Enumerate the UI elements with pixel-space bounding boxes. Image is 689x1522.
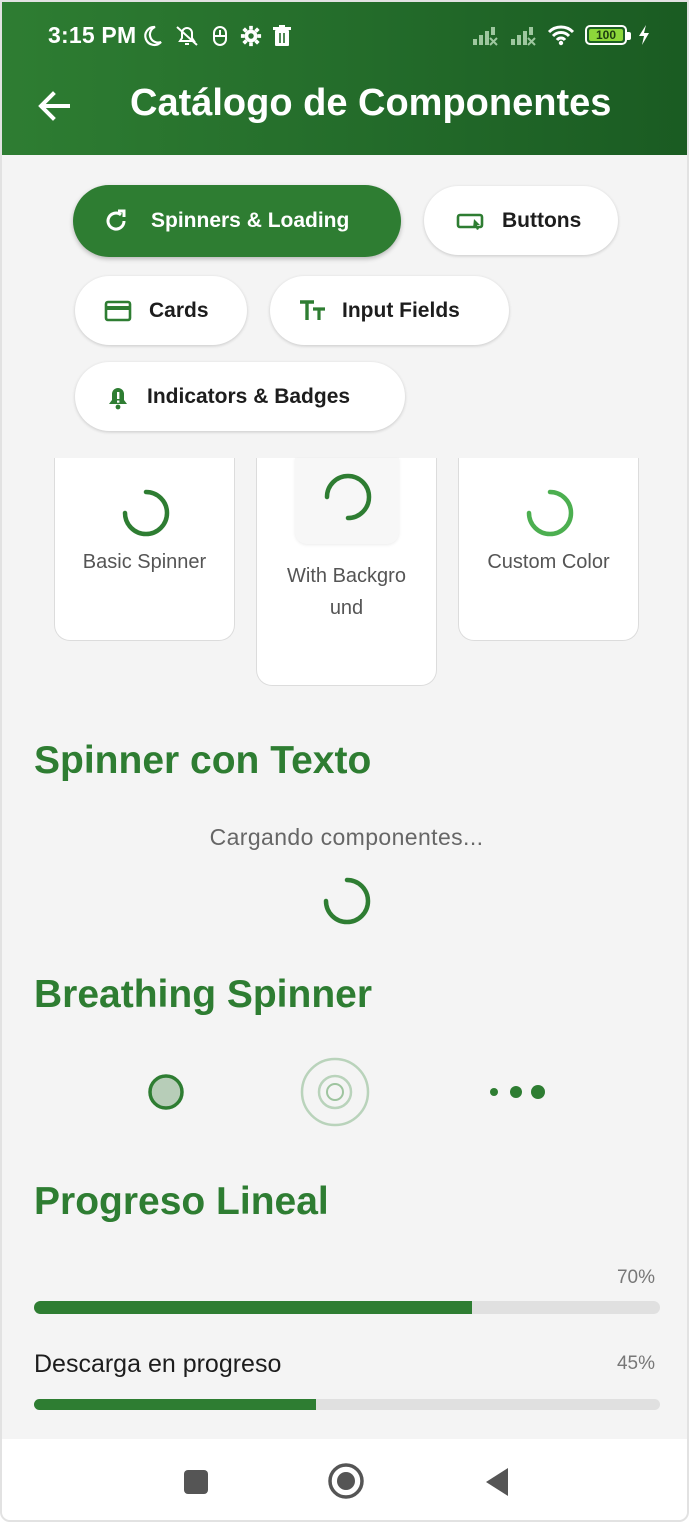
spinner-card-basic[interactable]: Basic Spinner — [54, 458, 235, 641]
chip-input-fields[interactable]: Input Fields — [270, 276, 509, 345]
progress-track — [34, 1301, 660, 1314]
section-title-linear-progress: Progreso Lineal — [34, 1180, 329, 1223]
mouse-icon — [213, 26, 227, 46]
loading-text: Cargando componentes... — [209, 824, 484, 850]
chip-label: Cards — [149, 298, 209, 322]
progress-bar — [34, 1399, 316, 1410]
spinner-icon — [526, 489, 574, 537]
spinner-icon — [122, 489, 170, 537]
progress-bar — [34, 1301, 473, 1314]
system-nav-bar — [2, 1439, 687, 1520]
battery-icon: 100 — [585, 25, 631, 45]
home-circle-icon[interactable] — [327, 1462, 365, 1500]
app-bar: 3:15 PM 100 Catálogo de Componentes — [2, 2, 687, 155]
signal-x-icon — [511, 27, 536, 46]
button-icon — [456, 208, 486, 234]
spinner-icon — [323, 877, 371, 925]
spinner-card-with-background[interactable]: With Background — [256, 458, 437, 686]
chip-indicators-badges[interactable]: Indicators & Badges — [75, 362, 405, 431]
section-title-spinner-text: Spinner con Texto — [34, 739, 372, 782]
signal-x-icon — [473, 27, 498, 46]
breathing-dots-icon — [490, 1085, 545, 1099]
battery-level: 100 — [595, 28, 617, 42]
spinner-icon — [324, 473, 372, 521]
card-icon — [103, 298, 133, 324]
progress-percent: 70% — [616, 1267, 655, 1288]
notifications-off-icon — [176, 26, 198, 46]
arrow-left-icon[interactable] — [34, 86, 74, 126]
chip-spinners-loading[interactable]: Spinners & Loading — [73, 185, 401, 257]
trash-icon — [273, 25, 291, 46]
spinner-card-label: With Background — [287, 565, 406, 619]
chip-label: Spinners & Loading — [151, 209, 350, 232]
spinner-card-label: Basic Spinner — [82, 551, 207, 573]
section-title-breathing: Breathing Spinner — [34, 973, 373, 1016]
status-bar: 3:15 PM 100 — [2, 20, 687, 54]
breathing-rings-icon — [300, 1057, 370, 1127]
charging-icon — [639, 25, 649, 45]
chip-cards[interactable]: Cards — [75, 276, 247, 345]
wifi-icon — [547, 25, 575, 46]
refresh-icon — [101, 208, 131, 234]
status-time: 3:15 PM — [48, 22, 137, 48]
text-fields-icon — [298, 298, 328, 324]
chip-label: Indicators & Badges — [147, 384, 351, 408]
chip-label: Input Fields — [342, 298, 460, 322]
chip-buttons[interactable]: Buttons — [424, 186, 618, 255]
page-title: Catálogo de Componentes — [130, 82, 612, 124]
chip-label: Buttons — [502, 208, 582, 232]
recents-square-icon[interactable] — [182, 1468, 210, 1496]
progress-percent: 45% — [616, 1353, 655, 1374]
spinner-card-label: Custom Color — [487, 551, 610, 573]
progress-track — [34, 1399, 660, 1410]
settings-icon — [240, 25, 262, 47]
spinner-card-custom-color[interactable]: Custom Color — [458, 458, 639, 641]
progress-label: Descarga en progreso — [34, 1350, 282, 1378]
moon-icon — [144, 25, 162, 47]
app-screen: 3:15 PM 100 Catálogo de Componentes Spin… — [0, 0, 689, 1522]
bell-alert-icon — [103, 384, 133, 410]
back-triangle-icon[interactable] — [482, 1466, 512, 1498]
breathing-dot-icon — [148, 1074, 184, 1110]
